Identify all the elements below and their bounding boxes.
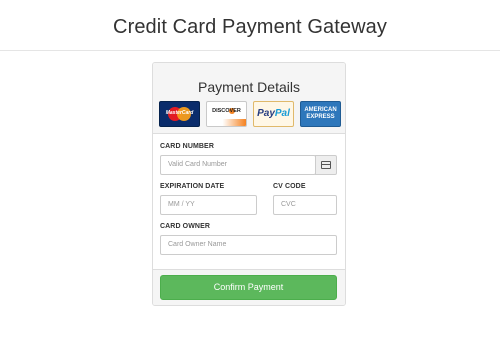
paypal-logo: PayPal bbox=[253, 101, 294, 127]
paypal-logo-text-a: Pay bbox=[257, 108, 275, 119]
expiration-date-label: EXPIRATION DATE bbox=[160, 183, 225, 190]
mastercard-logo-text: MasterCard bbox=[165, 110, 194, 116]
panel-heading: Payment Details MasterCard DISCOVER PayP… bbox=[153, 63, 345, 134]
confirm-payment-button[interactable]: Confirm Payment bbox=[160, 275, 337, 300]
accepted-cards: MasterCard DISCOVER PayPal AMERICAN EXPRE… bbox=[159, 101, 341, 127]
amex-logo-text-2: EXPRESS bbox=[306, 114, 335, 120]
cv-code-label: CV CODE bbox=[273, 183, 306, 190]
card-number-input[interactable]: Valid Card Number bbox=[160, 155, 316, 175]
amex-logo: AMERICAN EXPRESS bbox=[300, 101, 341, 127]
card-owner-input[interactable]: Card Owner Name bbox=[160, 235, 337, 255]
panel-title: Payment Details bbox=[198, 79, 300, 95]
mastercard-logo: MasterCard bbox=[159, 101, 200, 127]
card-number-addon bbox=[315, 155, 337, 175]
expiration-date-input[interactable]: MM / YY bbox=[160, 195, 257, 215]
card-owner-label: CARD OWNER bbox=[160, 223, 210, 230]
credit-card-icon bbox=[321, 161, 331, 169]
page-title: Credit Card Payment Gateway bbox=[113, 16, 387, 38]
discover-logo: DISCOVER bbox=[206, 101, 247, 127]
cv-code-input[interactable]: CVC bbox=[273, 195, 337, 215]
paypal-logo-text-b: Pal bbox=[274, 108, 290, 119]
card-number-label: CARD NUMBER bbox=[160, 143, 214, 150]
discover-logo-text: DISCOVER bbox=[212, 108, 241, 114]
amex-logo-text-1: AMERICAN bbox=[304, 107, 337, 113]
page-header: Credit Card Payment Gateway bbox=[0, 0, 500, 51]
